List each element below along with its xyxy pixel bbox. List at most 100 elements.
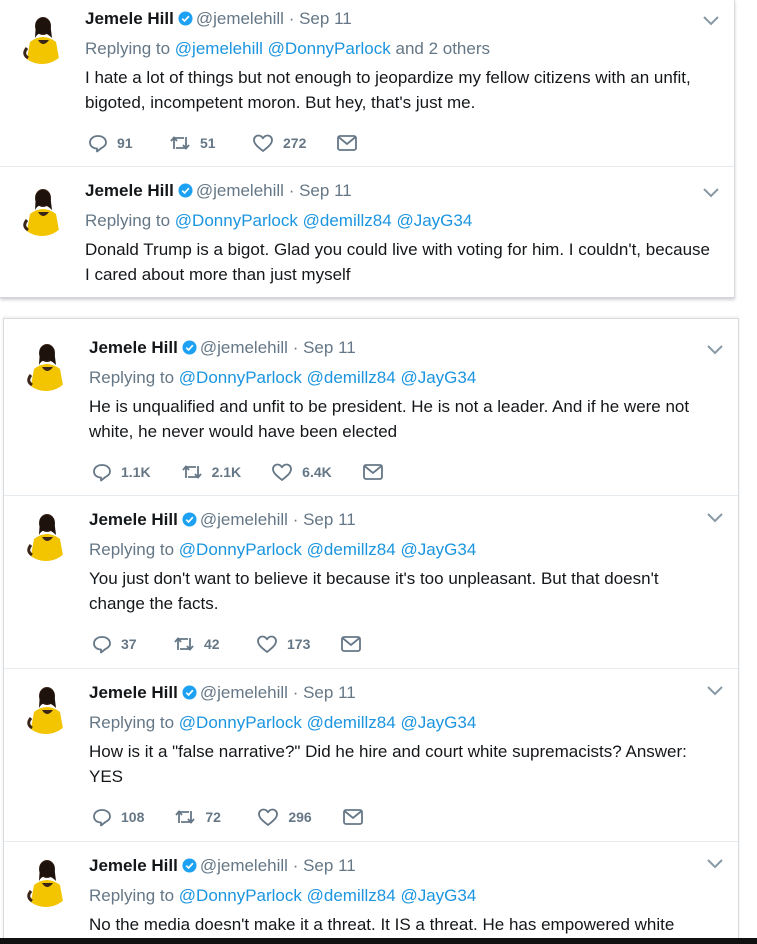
like-button[interactable]: 6.4K [271, 462, 332, 482]
author-name[interactable]: Jemele Hill [89, 683, 178, 702]
tweet-actions: 1.1K 2.1K 6.4K [92, 462, 423, 482]
mention-link[interactable]: @demillz84 [307, 886, 396, 905]
author-handle[interactable]: @jemelehill [196, 9, 284, 28]
mention-link[interactable]: @DonnyParlock [175, 211, 298, 230]
retweet-button[interactable]: 42 [173, 634, 226, 654]
tweet[interactable]: Jemele Hill @jemelehill · Sep 11 Replying… [4, 670, 738, 842]
reply-button[interactable]: 37 [92, 634, 143, 654]
replying-to-label: Replying to [85, 211, 171, 230]
author-handle[interactable]: @jemelehill [200, 856, 288, 875]
replying-to-label: Replying to [85, 39, 171, 58]
tweet[interactable]: Jemele Hill @jemelehill · Sep 11 Replying… [4, 843, 738, 944]
mention-link[interactable]: @demillz84 [307, 540, 396, 559]
replying-to-label: Replying to [89, 540, 175, 559]
like-button[interactable]: 173 [256, 634, 310, 654]
dm-icon [337, 135, 358, 151]
mention-link[interactable]: @demillz84 [307, 368, 396, 387]
verified-badge-icon [181, 512, 197, 527]
avatar[interactable] [20, 855, 72, 907]
replying-to: Replying to @DonnyParlock @demillz84 @Ja… [89, 712, 714, 734]
reply-button[interactable]: 1.1K [92, 462, 151, 482]
separator: · [292, 856, 299, 875]
reply-button[interactable]: 108 [92, 807, 144, 827]
author-handle[interactable]: @jemelehill [196, 181, 284, 200]
tweet-date[interactable]: Sep 11 [303, 683, 356, 702]
retweet-icon [175, 810, 196, 824]
author-name[interactable]: Jemele Hill [89, 510, 178, 529]
retweet-count: 72 [205, 809, 221, 825]
avatar[interactable] [20, 682, 72, 734]
mention-link[interactable]: @demillz84 [307, 713, 396, 732]
replying-to: Replying to @DonnyParlock @demillz84 @Ja… [89, 367, 714, 389]
dm-button[interactable] [340, 635, 371, 653]
dm-icon [341, 636, 362, 652]
mention-link[interactable]: @JayG34 [400, 540, 476, 559]
retweet-button[interactable]: 72 [174, 807, 227, 827]
mention-link[interactable]: @JayG34 [400, 886, 476, 905]
tweet-header: Jemele Hill @jemelehill · Sep 11 [89, 855, 714, 877]
mention-link[interactable]: @DonnyParlock [179, 368, 302, 387]
mention-link[interactable]: @JayG34 [400, 368, 476, 387]
mention-link[interactable]: @JayG34 [396, 211, 472, 230]
replying-others[interactable]: and 2 others [395, 39, 490, 58]
like-icon [272, 463, 293, 481]
dm-button[interactable] [336, 134, 367, 152]
avatar[interactable] [16, 184, 68, 236]
mention-link[interactable]: @DonnyParlock [179, 540, 302, 559]
verified-badge-icon [181, 340, 197, 355]
tweet-text: You just don't want to believe it becaus… [89, 569, 659, 613]
retweet-count: 51 [200, 135, 216, 151]
mention-link[interactable]: @DonnyParlock [179, 713, 302, 732]
mention-link[interactable]: @jemelehill [175, 39, 263, 58]
avatar[interactable] [20, 509, 72, 561]
tweet-header: Jemele Hill @jemelehill · Sep 11 [89, 337, 714, 359]
dm-icon [362, 464, 383, 480]
reply-icon [93, 636, 111, 654]
mention-link[interactable]: @JayG34 [400, 713, 476, 732]
like-icon [257, 635, 277, 653]
author-name[interactable]: Jemele Hill [89, 856, 178, 875]
tweet-header: Jemele Hill @jemelehill · Sep 11 [89, 509, 714, 531]
replying-to-label: Replying to [89, 886, 175, 905]
tweet[interactable]: Jemele Hill @jemelehill · Sep 11 Replying… [4, 497, 738, 669]
tweet-date[interactable]: Sep 11 [303, 856, 356, 875]
mention-link[interactable]: @demillz84 [303, 211, 392, 230]
like-button[interactable]: 272 [252, 133, 306, 153]
tweet[interactable]: Jemele Hill @jemelehill · Sep 11 Replying… [4, 319, 738, 496]
tweet-date[interactable]: Sep 11 [303, 338, 356, 357]
tweet[interactable]: Jemele Hill @jemelehill · Sep 11 Replying… [0, 172, 734, 297]
like-button[interactable]: 296 [257, 807, 312, 827]
replying-to: Replying to @DonnyParlock @demillz84 @Ja… [89, 885, 714, 907]
avatar[interactable] [16, 12, 68, 64]
reply-button[interactable]: 91 [88, 133, 139, 153]
author-handle[interactable]: @jemelehill [200, 338, 288, 357]
author-name[interactable]: Jemele Hill [85, 181, 174, 200]
retweet-icon [181, 465, 202, 479]
retweet-button[interactable]: 51 [169, 133, 222, 153]
reply-count: 108 [121, 809, 145, 825]
tweet-actions: 91 51 272 [88, 133, 397, 153]
author-handle[interactable]: @jemelehill [200, 683, 288, 702]
author-name[interactable]: Jemele Hill [89, 338, 178, 357]
tweet-actions: 108 72 296 [92, 807, 403, 827]
verified-badge-icon [181, 858, 197, 873]
replying-to-label: Replying to [89, 368, 175, 387]
mention-link[interactable]: @DonnyParlock [179, 886, 302, 905]
dm-button[interactable] [362, 463, 393, 481]
tweet-header: Jemele Hill @jemelehill · Sep 11 [89, 682, 714, 704]
like-icon [258, 808, 279, 826]
avatar[interactable] [20, 339, 72, 391]
separator: · [292, 683, 299, 702]
tweet[interactable]: Jemele Hill @jemelehill · Sep 11 Replying… [0, 0, 734, 167]
replying-to: Replying to @DonnyParlock @demillz84 @Ja… [85, 210, 710, 232]
dm-button[interactable] [342, 808, 373, 826]
verified-badge-icon [177, 183, 193, 198]
author-name[interactable]: Jemele Hill [85, 9, 174, 28]
tweet-date[interactable]: Sep 11 [299, 9, 352, 28]
mention-link[interactable]: @DonnyParlock [268, 39, 391, 58]
retweet-button[interactable]: 2.1K [181, 462, 241, 482]
tweet-date[interactable]: Sep 11 [303, 510, 356, 529]
tweet-thread-panel-1: Jemele Hill @jemelehill · Sep 11 Replying… [0, 0, 735, 298]
tweet-date[interactable]: Sep 11 [299, 181, 352, 200]
author-handle[interactable]: @jemelehill [200, 510, 288, 529]
